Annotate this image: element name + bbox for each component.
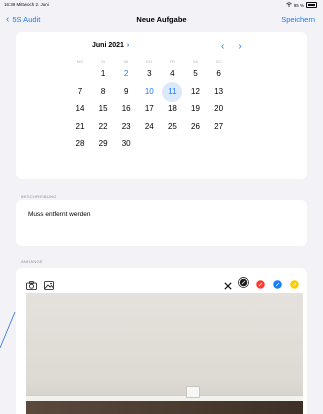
description-card: Muss entfernt werden [16, 200, 307, 246]
calendar-card: Juni 2021 › ‹ › MO DI MI DO FR SA SO 123456789… [16, 32, 307, 179]
status-time: 16:38 Mittwoch 2. Juni [4, 2, 49, 7]
pen-yellow-icon[interactable] [290, 276, 299, 294]
calendar-day[interactable]: 25 [162, 117, 182, 137]
status-bar: 16:38 Mittwoch 2. Juni 95 % [0, 0, 323, 10]
save-button[interactable]: Speichern [281, 15, 315, 24]
month-picker-toggle[interactable]: Juni 2021 › [92, 42, 129, 49]
month-arrows: ‹ › [221, 41, 242, 52]
status-right: 95 % [285, 2, 317, 8]
navigation-bar: ‹ 5S Audit Neue Aufgabe Speichern [0, 10, 323, 32]
calendar-day[interactable]: 29 [93, 134, 113, 154]
annotation-pointer-line [0, 311, 16, 349]
pen-red-icon[interactable] [256, 276, 265, 294]
month-label: Juni 2021 [92, 42, 124, 49]
next-month-button[interactable]: › [238, 41, 241, 52]
photo-floor [26, 401, 303, 414]
calendar-day[interactable]: 26 [186, 117, 206, 137]
battery-percent: 95 % [293, 2, 304, 8]
calendar-day[interactable]: 4 [162, 64, 182, 84]
description-field[interactable]: Muss entfernt werden [28, 211, 91, 218]
attachment-photo[interactable] [26, 293, 303, 414]
weekday-label: MO [76, 59, 84, 64]
calendar-day[interactable]: 27 [209, 117, 229, 137]
description-section-label: BESCHREIBUNG [21, 194, 57, 199]
calendar-day[interactable]: 24 [139, 117, 159, 137]
photo-power-outlet [186, 386, 200, 398]
previous-month-button[interactable]: ‹ [221, 41, 224, 52]
wifi-icon [285, 2, 292, 8]
page-title: Neue Aufgabe [136, 15, 187, 24]
chevron-right-icon: › [126, 42, 130, 49]
pen-blue-icon[interactable] [273, 276, 282, 294]
pen-black-icon[interactable] [238, 275, 249, 293]
attachments-section-label: ANHÄNGE [21, 259, 43, 264]
battery-icon [306, 2, 317, 8]
calendar-day[interactable]: 30 [116, 134, 136, 154]
calendar-day[interactable]: 28 [70, 134, 90, 154]
attachments-card [16, 268, 307, 414]
